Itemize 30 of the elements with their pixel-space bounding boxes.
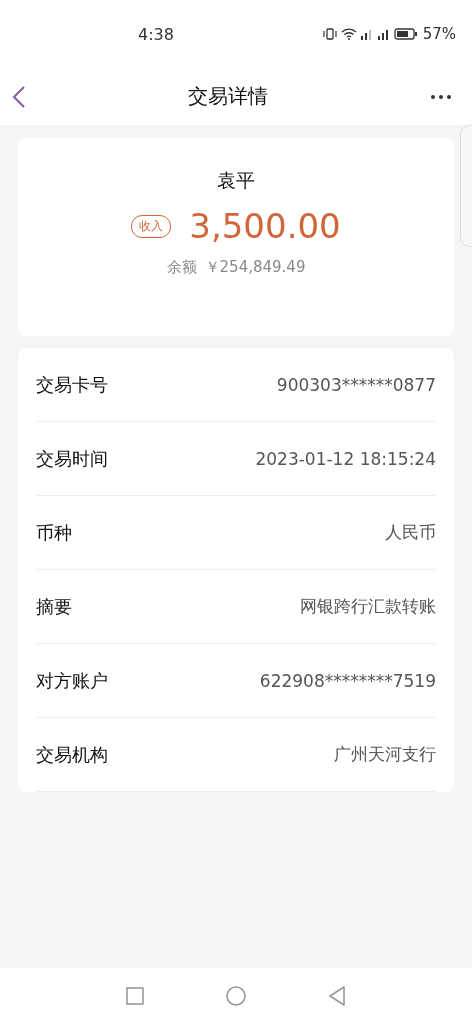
recent-apps-icon[interactable] — [126, 987, 144, 1005]
income-tag: 收入 — [131, 214, 172, 238]
status-time: 4:38 — [138, 24, 174, 44]
battery-percent: 57% — [422, 25, 456, 43]
signal-icon — [376, 28, 391, 40]
detail-label: 交易机构 — [36, 742, 108, 767]
detail-label: 币种 — [36, 520, 72, 545]
balance-value: ￥254,849.49 — [204, 258, 306, 277]
detail-value: 900303******0877 — [276, 374, 436, 395]
detail-label: 对方账户 — [36, 668, 108, 693]
detail-label: 摘要 — [36, 594, 72, 619]
back-nav-icon[interactable] — [328, 986, 346, 1006]
more-icon[interactable] — [430, 93, 452, 100]
amount: 3,500.00 — [189, 206, 341, 246]
signal-icon — [359, 28, 374, 40]
home-icon[interactable] — [226, 986, 246, 1006]
detail-value: 广州天河支行 — [334, 743, 436, 766]
detail-value: 2023-01-12 18:15:24 — [255, 448, 436, 469]
balance-label: 余额 — [166, 258, 197, 277]
payer-name: 袁平 — [217, 168, 255, 193]
detail-value: 网银跨行汇款转账 — [300, 595, 436, 618]
detail-value: 人民币 — [385, 521, 436, 544]
detail-label: 交易卡号 — [36, 372, 108, 397]
wifi-icon — [340, 28, 357, 40]
vibrate-icon — [321, 28, 338, 40]
back-icon[interactable] — [12, 84, 26, 109]
detail-value: 622908********7519 — [259, 670, 436, 691]
detail-label: 交易时间 — [36, 446, 108, 471]
page-title: 交易详情 — [188, 83, 268, 110]
battery-icon — [393, 28, 418, 40]
